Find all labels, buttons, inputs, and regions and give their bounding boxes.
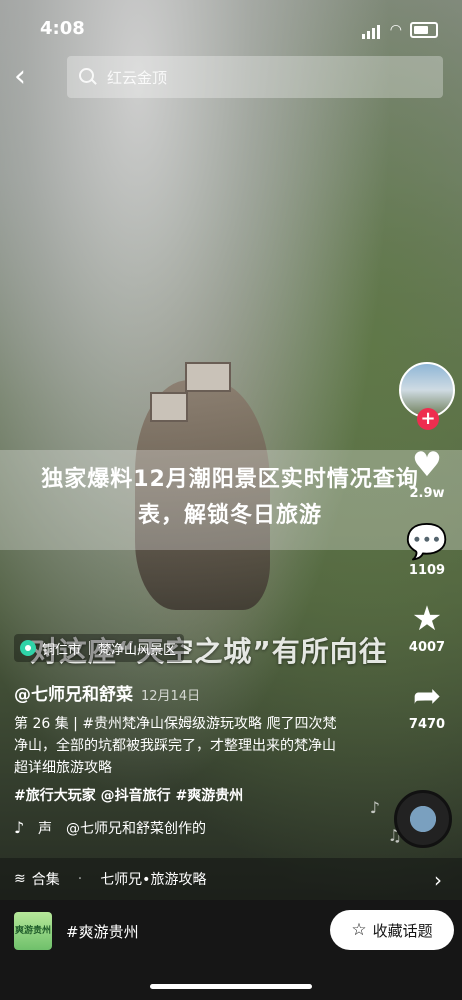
comment-icon: 💬 [405,522,449,562]
wifi-icon: ◠ [389,21,402,38]
status-time: 4:08 [40,18,85,39]
like-button[interactable]: ♥ 2.9w [398,446,456,501]
topic-thumbnail[interactable]: 爽游贵州 [14,912,52,950]
layers-icon: ≋ [14,871,26,887]
location-spot: 梵净山风景区 [98,642,177,658]
follow-plus-icon[interactable]: + [417,408,439,430]
comment-count: 1109 [408,563,446,578]
search-query: 红云金顶 [107,68,168,87]
tiktok-icon: ♪ [14,818,25,837]
comment-button[interactable]: 💬 1109 [398,523,456,578]
music-disc[interactable] [394,790,452,848]
collection-separator: · [77,871,83,887]
share-count: 7470 [408,717,446,732]
temple-building [150,392,188,422]
collect-topic-label: 收藏话题 [372,921,433,940]
collection-label: 合集 [31,872,60,888]
back-arrow-icon[interactable]: ‹ [14,62,44,92]
post-tags[interactable]: #旅行大玩家 @抖音旅行 #爽游贵州 [14,785,243,805]
music-info[interactable]: ♪ 声 @七师兄和舒菜创作的 [14,818,206,838]
like-count: 2.9w [409,486,445,501]
signal-icon [361,20,382,39]
search-icon [79,68,97,86]
post-date: 12月14日 [141,689,201,704]
action-column: + ♥ 2.9w 💬 1109 ★ 4007 ➦ 7470 [398,362,456,732]
chevron-right-icon: › [434,868,442,892]
collection-name: 七师兄•旅游攻略 [100,872,207,888]
music-name: 声 @七师兄和舒菜创作的 [38,821,206,837]
location-tag[interactable]: 铜仁市 梵净山风景区 [14,634,185,662]
temple-building [185,362,231,392]
heart-icon: ♥ [411,445,443,485]
avatar[interactable]: + [399,362,455,430]
location-divider [89,641,91,655]
location-city: 铜仁市 [42,642,82,658]
share-button[interactable]: ➦ 7470 [398,677,456,732]
share-icon: ➦ [412,676,442,716]
status-icons: ◠ [361,20,438,39]
post-description: 第 26 集 | #贵州梵净山保姆级游玩攻略 爬了四次梵净山，全部的坑都被我踩完… [14,716,337,776]
collection-bar[interactable]: ≋ 合集 · 七师兄•旅游攻略 › [0,858,462,900]
star-outline-icon: ☆ [351,920,367,940]
location-pin-icon [20,640,36,656]
topic-name[interactable]: #爽游贵州 [66,921,139,942]
favorite-count: 4007 [408,640,446,655]
battery-icon [410,21,438,38]
home-indicator[interactable] [150,984,312,989]
author-handle[interactable]: @七师兄和舒菜 [14,685,133,705]
star-icon: ★ [411,599,443,639]
headline-text: 独家爆料12月潮阳景区实时情况查询表，解锁冬日旅游 [41,467,419,528]
music-note-icon: ♪ [369,798,380,817]
favorite-button[interactable]: ★ 4007 [398,600,456,655]
collect-topic-button[interactable]: ☆ 收藏话题 [330,910,454,950]
author-name[interactable]: @七师兄和舒菜 12月14日 [14,680,200,705]
search-input[interactable]: 红云金顶 [67,56,443,98]
status-bar: 4:08 ◠ [0,0,462,56]
